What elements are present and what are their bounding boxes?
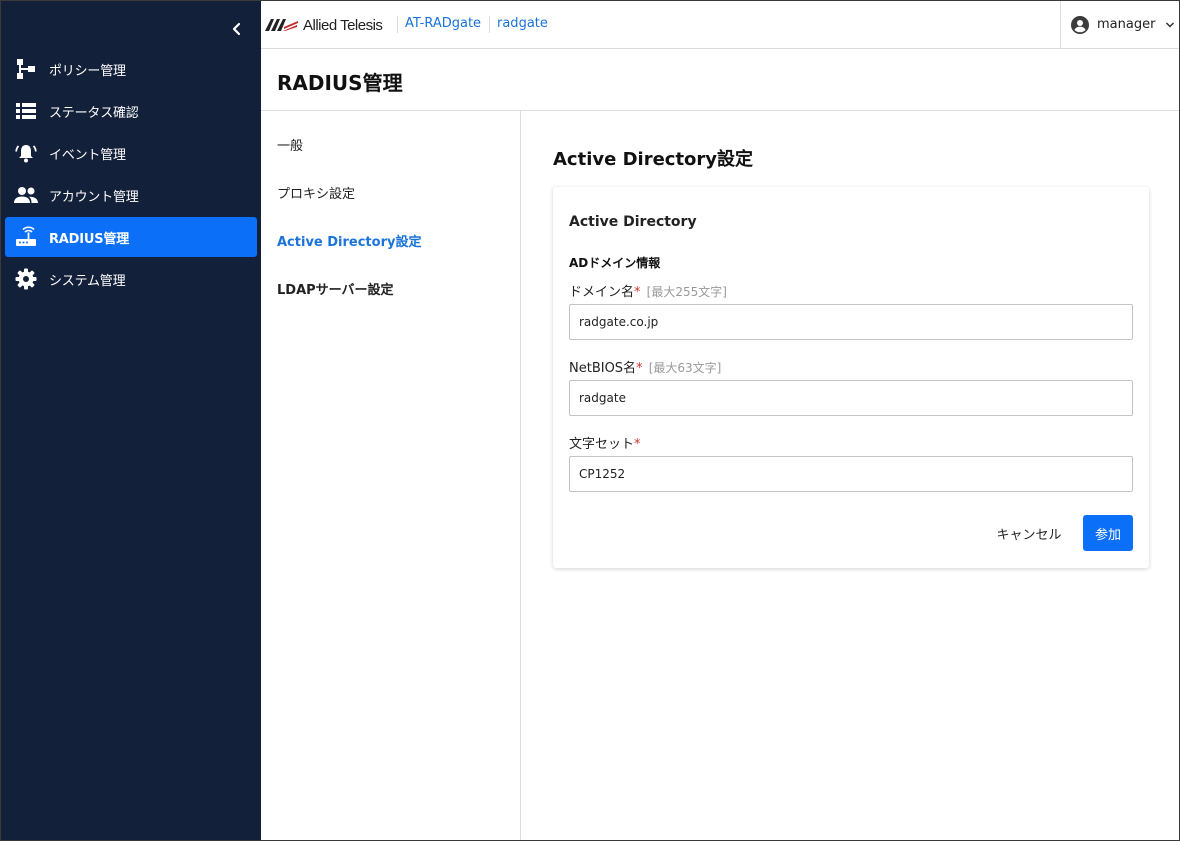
policy-tree-icon [14, 57, 38, 81]
product-link[interactable]: AT-RADgate [405, 16, 481, 31]
join-button[interactable]: 参加 [1083, 515, 1133, 551]
domain-hint: [最大255文字] [646, 285, 727, 299]
app-window: ポリシー管理 ステータス確認 イベント管理 アカウント管理 RADIUS管理 シ… [0, 0, 1180, 841]
allied-telesis-logo[interactable]: Allied Telesis [265, 14, 383, 36]
sidebar-item-label: ステータス確認 [49, 105, 139, 121]
netbios-label: NetBIOS名* [最大63文字] [569, 357, 721, 376]
header-divider [397, 16, 398, 33]
main-content: Active Directory設定 Active Directory ADドメ… [521, 111, 1179, 840]
sidebar-item-radius[interactable]: RADIUS管理 [5, 217, 257, 257]
domain-label-text: ドメイン名 [569, 285, 635, 300]
domain-label: ドメイン名* [最大255文字] [569, 281, 727, 300]
sidebar-item-label: イベント管理 [49, 147, 126, 163]
netbios-input[interactable] [569, 380, 1133, 416]
user-menu[interactable]: manager [1060, 1, 1179, 48]
sidebar-item-policy[interactable]: ポリシー管理 [5, 49, 257, 89]
section-title: Active Directory設定 [553, 149, 754, 170]
sidebar-item-label: ポリシー管理 [49, 63, 126, 79]
user-name: manager [1097, 17, 1156, 32]
cancel-button[interactable]: キャンセル [989, 515, 1069, 551]
required-mark: * [634, 285, 641, 300]
charset-label: 文字セット* [569, 433, 641, 452]
people-icon [14, 183, 38, 207]
netbios-label-text: NetBIOS名 [569, 361, 637, 376]
group-title: ADドメイン情報 [569, 256, 661, 270]
router-icon [14, 225, 38, 249]
account-circle-icon [1071, 15, 1089, 34]
charset-label-text: 文字セット [569, 437, 635, 452]
charset-input[interactable] [569, 456, 1133, 492]
radius-subnav: 一般 プロキシ設定 Active Directory設定 LDAPサーバー設定 [261, 111, 521, 840]
gear-icon [14, 267, 38, 291]
sidebar-item-label: RADIUS管理 [49, 231, 130, 247]
subnav-item-general[interactable]: 一般 [277, 135, 303, 154]
card-title: Active Directory [569, 214, 697, 230]
page-title: RADIUS管理 [277, 71, 403, 95]
subnav-item-proxy[interactable]: プロキシ設定 [277, 183, 355, 202]
sidebar-item-events[interactable]: イベント管理 [5, 133, 257, 173]
header-divider [489, 16, 490, 33]
collapse-sidebar-button[interactable] [225, 17, 249, 41]
list-icon [14, 99, 38, 123]
chevron-down-icon [1166, 21, 1175, 28]
sidebar-nav: ポリシー管理 ステータス確認 イベント管理 アカウント管理 RADIUS管理 シ… [5, 49, 257, 301]
bell-icon [14, 141, 38, 165]
sidebar-item-system[interactable]: システム管理 [5, 259, 257, 299]
sidebar-item-label: システム管理 [49, 273, 126, 289]
sidebar-item-accounts[interactable]: アカウント管理 [5, 175, 257, 215]
required-mark: * [636, 361, 643, 376]
chevron-left-icon [232, 22, 241, 36]
top-header: Allied Telesis AT-RADgate radgate manage… [261, 1, 1179, 49]
host-link[interactable]: radgate [497, 16, 548, 31]
allied-telesis-logo-mark-icon [265, 19, 298, 31]
sidebar: ポリシー管理 ステータス確認 イベント管理 アカウント管理 RADIUS管理 シ… [1, 1, 261, 840]
sidebar-item-status[interactable]: ステータス確認 [5, 91, 257, 131]
active-directory-card: Active Directory ADドメイン情報 ドメイン名* [最大255文… [553, 187, 1149, 568]
required-mark: * [634, 437, 641, 452]
sidebar-item-label: アカウント管理 [49, 189, 139, 205]
logo-text: Allied Telesis [303, 16, 383, 34]
page-title-bar: RADIUS管理 [261, 49, 1179, 111]
subnav-item-active-directory[interactable]: Active Directory設定 [277, 231, 421, 250]
domain-input[interactable] [569, 304, 1133, 340]
netbios-hint: [最大63文字] [648, 361, 722, 375]
subnav-item-ldap[interactable]: LDAPサーバー設定 [277, 279, 394, 298]
